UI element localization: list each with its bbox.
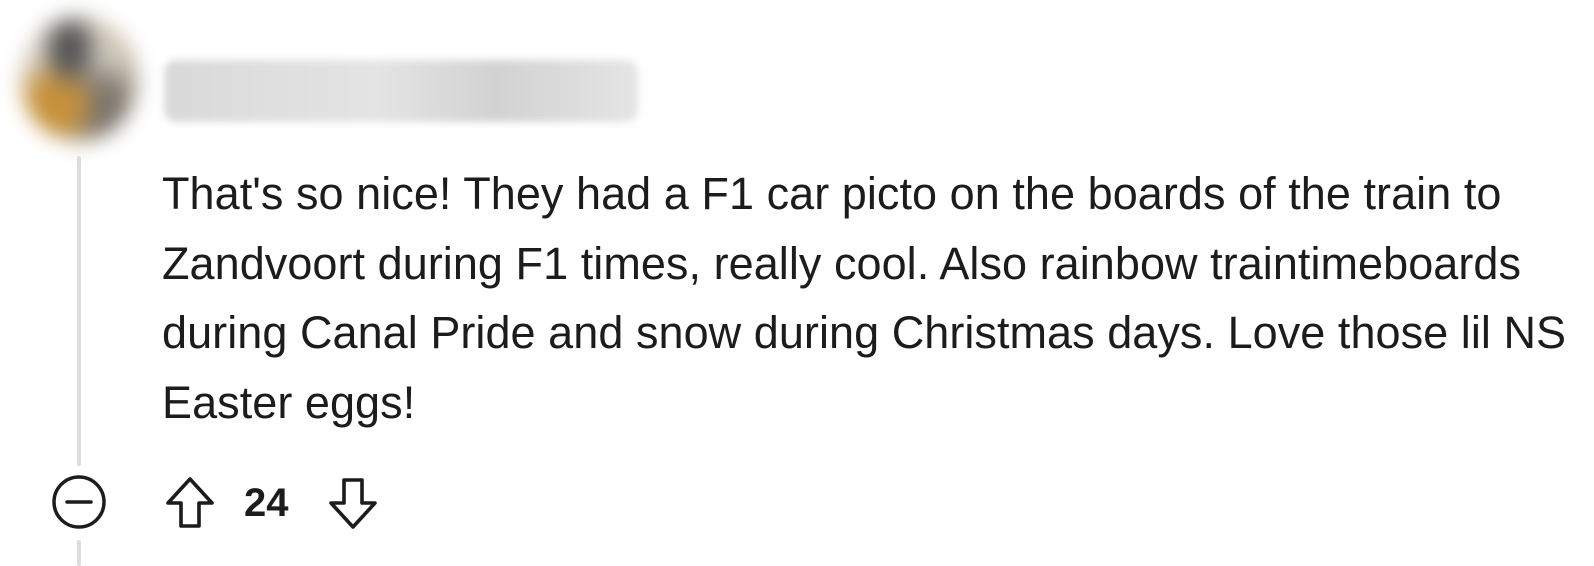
collapse-button[interactable] — [51, 474, 107, 530]
thread-line[interactable] — [77, 156, 81, 466]
blurred-username[interactable] — [164, 60, 638, 122]
up-arrow-icon — [162, 474, 218, 532]
upvote-button[interactable] — [162, 474, 218, 532]
collapse-minus-icon — [51, 474, 107, 530]
vote-score: 24 — [244, 481, 289, 525]
reddit-comment: That's so nice! They had a F1 car picto … — [0, 0, 1594, 566]
avatar[interactable] — [20, 16, 138, 142]
downvote-button[interactable] — [325, 474, 381, 532]
comment-body: That's so nice! They had a F1 car picto … — [162, 168, 1567, 428]
thread-line-continuation[interactable] — [77, 540, 81, 566]
down-arrow-icon — [325, 474, 381, 532]
